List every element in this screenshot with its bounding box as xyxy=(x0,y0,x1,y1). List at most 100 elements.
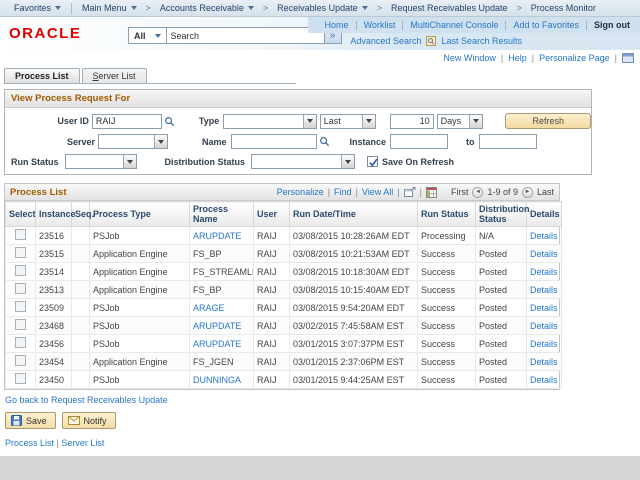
cell-distribution-status: Posted xyxy=(476,335,527,353)
process-name-link[interactable]: DUNNINGA xyxy=(193,375,241,385)
view-all-link[interactable]: View All xyxy=(362,187,393,197)
search-scope-dropdown[interactable]: All xyxy=(128,27,167,44)
cell-user: RAIJ xyxy=(254,317,290,335)
header-nav-links: Home Worklist MultiChannel Console Add t… xyxy=(308,17,640,33)
details-link[interactable]: Details xyxy=(530,321,558,331)
save-on-refresh-label: Save On Refresh xyxy=(382,157,454,167)
last-select[interactable]: Last xyxy=(320,114,376,129)
run-status-select[interactable] xyxy=(65,154,137,169)
col-instance: Instance xyxy=(36,202,72,227)
details-link[interactable]: Details xyxy=(530,285,558,295)
instance-to-input[interactable] xyxy=(479,134,537,149)
oracle-logo: ORACLE xyxy=(9,25,81,42)
distribution-status-select[interactable] xyxy=(251,154,355,169)
instance-from-input[interactable] xyxy=(390,134,448,149)
pager-next-button[interactable]: ► xyxy=(522,187,533,198)
col-distribution-status: Distribution Status xyxy=(476,202,527,227)
row-select-checkbox[interactable] xyxy=(15,283,26,294)
personalize-page-link[interactable]: Personalize Page xyxy=(539,53,610,63)
process-name-link[interactable]: ARUPDATE xyxy=(193,231,241,241)
worklist-link[interactable]: Worklist xyxy=(364,20,396,30)
save-button[interactable]: Save xyxy=(5,412,56,429)
details-link[interactable]: Details xyxy=(530,303,558,313)
run-status-label: Run Status xyxy=(11,157,59,167)
http-grid-icon[interactable] xyxy=(622,53,634,63)
bottom-tab-links: Process List | Server List xyxy=(5,438,640,448)
main-menu[interactable]: Main Menu xyxy=(76,3,143,13)
cell-seq xyxy=(72,245,90,263)
popup-window-icon[interactable] xyxy=(404,187,416,197)
sign-out-link[interactable]: Sign out xyxy=(594,20,630,30)
process-name-link[interactable]: ARUPDATE xyxy=(193,321,241,331)
name-label: Name xyxy=(202,137,227,147)
search-scope-value: All xyxy=(134,31,146,41)
find-link[interactable]: Find xyxy=(334,187,352,197)
breadcrumb-item-accounts-receivable[interactable]: Accounts Receivable xyxy=(154,3,260,13)
cell-process-type: Application Engine xyxy=(90,353,190,371)
breadcrumb-item-request-receivables-update[interactable]: Request Receivables Update xyxy=(385,3,514,13)
bottom-process-list-link[interactable]: Process List xyxy=(5,438,54,448)
go-back-link[interactable]: Go back to Request Receivables Update xyxy=(5,395,168,405)
row-select-checkbox[interactable] xyxy=(15,301,26,312)
instance-label: Instance xyxy=(350,137,387,147)
days-unit-select[interactable]: Days xyxy=(437,114,484,129)
home-link[interactable]: Home xyxy=(325,20,349,30)
action-buttons: Save Notify xyxy=(5,412,640,429)
details-link[interactable]: Details xyxy=(530,375,558,385)
type-select[interactable] xyxy=(223,114,317,129)
help-link[interactable]: Help xyxy=(508,53,527,63)
cell-seq xyxy=(72,263,90,281)
tab-underline xyxy=(4,83,296,84)
details-link[interactable]: Details xyxy=(530,267,558,277)
chevron-down-icon xyxy=(154,135,167,148)
add-to-favorites-link[interactable]: Add to Favorites xyxy=(513,20,579,30)
server-select[interactable] xyxy=(98,134,168,149)
days-count-input[interactable] xyxy=(390,114,434,129)
row-select-checkbox[interactable] xyxy=(15,229,26,240)
tab-server-list[interactable]: Server List xyxy=(82,68,147,83)
cell-distribution-status: N/A xyxy=(476,227,527,245)
last-search-results-link[interactable]: Last Search Results xyxy=(441,36,522,46)
personalize-link[interactable]: Personalize xyxy=(277,187,324,197)
cell-run-status: Success xyxy=(418,299,476,317)
favorites-menu[interactable]: Favorites xyxy=(8,3,67,13)
process-name-input[interactable] xyxy=(231,134,317,149)
chevron-down-icon xyxy=(362,6,368,10)
chevron-down-icon xyxy=(362,115,375,128)
row-select-checkbox[interactable] xyxy=(15,355,26,366)
details-link[interactable]: Details xyxy=(530,231,558,241)
bottom-server-list-link[interactable]: Server List xyxy=(61,438,104,448)
link-divider: | xyxy=(420,187,422,197)
pager-last-label[interactable]: Last xyxy=(537,187,554,197)
search-input[interactable] xyxy=(167,27,325,44)
chevron-down-icon xyxy=(248,6,254,10)
row-select-checkbox[interactable] xyxy=(15,265,26,276)
save-on-refresh-checkbox[interactable] xyxy=(367,156,378,167)
row-select-checkbox[interactable] xyxy=(15,337,26,348)
breadcrumb-separator-icon: > xyxy=(263,3,268,13)
process-name-link[interactable]: ARAGE xyxy=(193,303,225,313)
pager-prev-button[interactable]: ◄ xyxy=(472,187,483,198)
cell-run-status: Success xyxy=(418,317,476,335)
advanced-search-link[interactable]: Advanced Search xyxy=(350,36,421,46)
name-lookup-icon[interactable] xyxy=(319,136,330,147)
user-id-lookup-icon[interactable] xyxy=(164,116,175,127)
row-select-checkbox[interactable] xyxy=(15,373,26,384)
cell-instance: 23515 xyxy=(36,245,72,263)
row-select-checkbox[interactable] xyxy=(15,319,26,330)
user-id-input[interactable] xyxy=(92,114,162,129)
row-select-checkbox[interactable] xyxy=(15,247,26,258)
details-link[interactable]: Details xyxy=(530,249,558,259)
refresh-button[interactable]: Refresh xyxy=(505,113,591,129)
process-name-link[interactable]: ARUPDATE xyxy=(193,339,241,349)
breadcrumb-item-receivables-update[interactable]: Receivables Update xyxy=(271,3,374,13)
multichannel-console-link[interactable]: MultiChannel Console xyxy=(410,20,498,30)
details-link[interactable]: Details xyxy=(530,357,558,367)
page-action-links: New Window | Help | Personalize Page | xyxy=(0,50,640,65)
details-link[interactable]: Details xyxy=(530,339,558,349)
pager-first-label[interactable]: First xyxy=(451,187,469,197)
tab-process-list[interactable]: Process List xyxy=(4,68,80,83)
notify-button[interactable]: Notify xyxy=(62,412,116,429)
download-to-excel-icon[interactable] xyxy=(426,187,437,198)
new-window-link[interactable]: New Window xyxy=(443,53,496,63)
